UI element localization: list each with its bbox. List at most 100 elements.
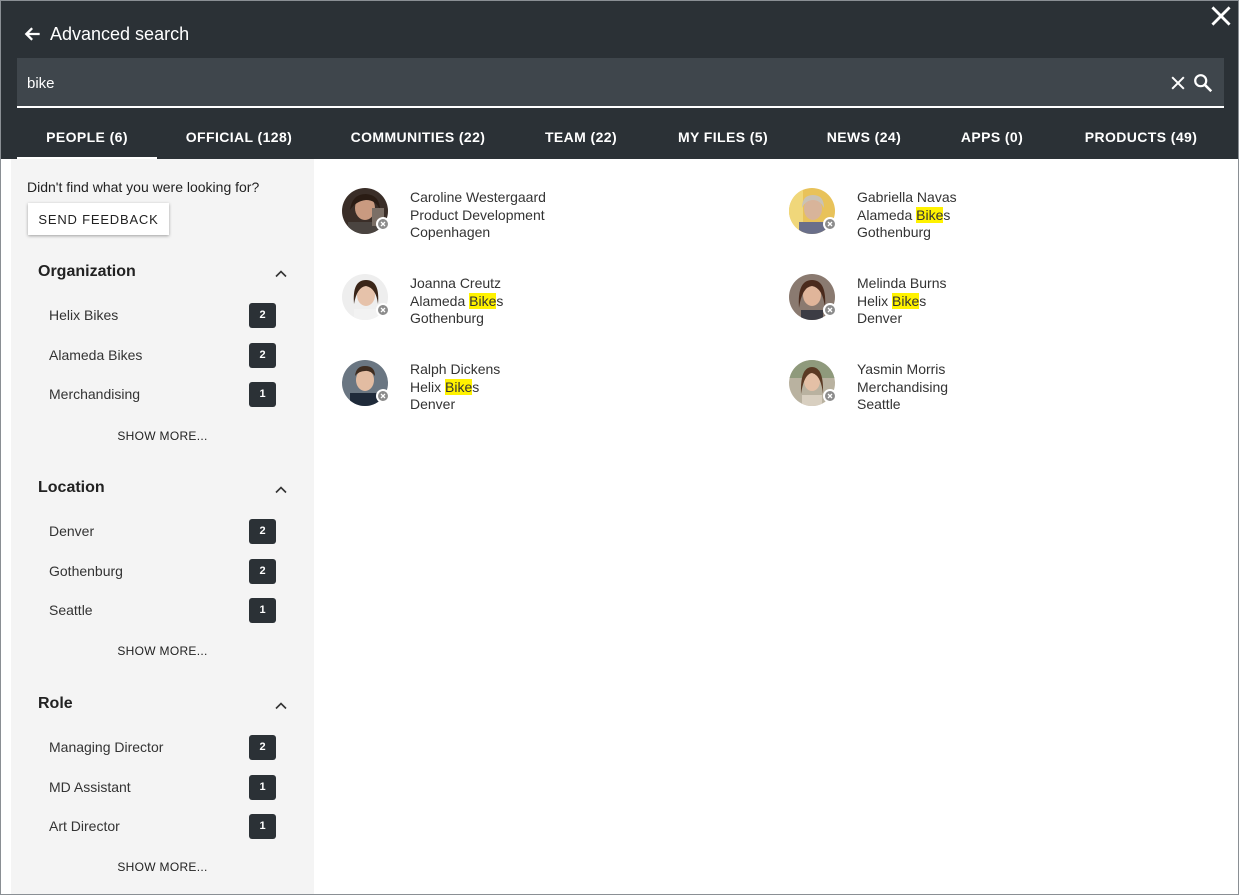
person-location: Gothenburg (857, 224, 931, 240)
facet-item[interactable]: Seattle 1 (49, 598, 276, 624)
facet-count-badge: 2 (249, 559, 276, 584)
person-card[interactable]: Caroline Westergaard Product Development… (342, 188, 762, 248)
search-highlight: Bike (469, 292, 497, 309)
search-highlight: Bike (892, 292, 920, 309)
org-text: Alameda (410, 292, 470, 309)
facet-count-badge: 1 (249, 775, 276, 800)
facet-header[interactable]: Organization (38, 263, 288, 287)
facet-count-badge: 1 (249, 814, 276, 839)
person-location: Seattle (857, 396, 901, 412)
people-results: Caroline Westergaard Product Development… (314, 159, 1238, 894)
person-details: Yasmin Morris Merchandising Seattle (857, 361, 948, 414)
person-organization: Helix Bikes (410, 378, 500, 397)
clear-icon[interactable] (1168, 73, 1188, 93)
person-location: Copenhagen (410, 224, 491, 240)
facet-item-label: Alameda Bikes (49, 347, 143, 363)
page-title: Advanced search (50, 23, 190, 44)
person-details: Ralph Dickens Helix Bikes Denver (410, 361, 500, 414)
show-more-link[interactable]: SHOW MORE... (11, 429, 314, 443)
chevron-up-icon[interactable] (274, 483, 288, 497)
search-box (17, 58, 1224, 108)
chevron-up-icon[interactable] (274, 267, 288, 281)
org-text: s (919, 292, 927, 309)
person-card[interactable]: Ralph Dickens Helix Bikes Denver (342, 360, 762, 420)
facet-item-label: Seattle (49, 602, 93, 618)
send-feedback-button[interactable]: SEND FEEDBACK (28, 203, 169, 235)
facet-item[interactable]: Art Director 1 (49, 814, 276, 840)
facet-item[interactable]: Helix Bikes 2 (49, 303, 276, 329)
facet-header[interactable]: Location (38, 479, 288, 503)
facet-item-label: Merchandising (49, 386, 141, 402)
show-more-link[interactable]: SHOW MORE... (11, 860, 314, 874)
facet-title: Location (38, 479, 105, 496)
search-input[interactable] (27, 70, 1127, 96)
org-text: s (943, 206, 951, 223)
person-card[interactable]: Melinda Burns Helix Bikes Denver (789, 274, 1209, 334)
arrow-left-icon[interactable] (23, 24, 43, 44)
person-card[interactable]: Joanna Creutz Alameda Bikes Gothenburg (342, 274, 762, 334)
person-location: Denver (857, 310, 903, 326)
person-organization: Alameda Bikes (857, 206, 957, 225)
person-details: Melinda Burns Helix Bikes Denver (857, 275, 947, 328)
facet-item[interactable]: MD Assistant 1 (49, 775, 276, 801)
person-name: Joanna Creutz (410, 275, 502, 291)
search-icon[interactable] (1192, 72, 1214, 94)
facet-item[interactable]: Merchandising 1 (49, 382, 276, 408)
facet-count-badge: 1 (249, 382, 276, 407)
person-name: Caroline Westergaard (410, 189, 546, 205)
person-card[interactable]: Gabriella Navas Alameda Bikes Gothenburg (789, 188, 1209, 248)
show-more-link[interactable]: SHOW MORE... (11, 644, 314, 658)
tab-team[interactable]: TEAM (22) (531, 117, 631, 159)
person-organization: Alameda Bikes (410, 292, 504, 311)
person-name: Gabriella Navas (857, 189, 957, 205)
result-tabs: PEOPLE (6) OFFICIAL (128) COMMUNITIES (2… (17, 117, 1224, 159)
org-text: Helix (857, 292, 893, 309)
search-highlight: Bike (445, 378, 473, 395)
facet-item-label: Helix Bikes (49, 307, 119, 323)
org-text: Merchandising (857, 378, 949, 395)
search-header: Advanced search PEOPLE (6) OFFICIAL (128… (1, 1, 1238, 159)
facet-count-badge: 2 (249, 343, 276, 368)
facet-role: Role Managing Director 2 MD Assistant 1 … (11, 695, 314, 885)
offline-status-icon (823, 217, 837, 231)
advanced-search-panel: Advanced search PEOPLE (6) OFFICIAL (128… (0, 0, 1239, 895)
person-organization: Product Development (410, 207, 546, 225)
filter-sidebar: Didn't find what you were looking for? S… (11, 159, 314, 894)
org-text: Helix (410, 378, 446, 395)
tab-people[interactable]: PEOPLE (6) (17, 117, 157, 159)
close-icon[interactable] (1208, 3, 1234, 29)
offline-status-icon (823, 303, 837, 317)
person-name: Melinda Burns (857, 275, 947, 291)
facet-item-label: Art Director (49, 818, 120, 834)
tab-news[interactable]: NEWS (24) (815, 117, 913, 159)
offline-status-icon (376, 389, 390, 403)
facet-count-badge: 2 (249, 519, 276, 544)
tab-communities[interactable]: COMMUNITIES (22) (339, 117, 497, 159)
facet-count-badge: 1 (249, 598, 276, 623)
tab-official[interactable]: OFFICIAL (128) (173, 117, 305, 159)
facet-item[interactable]: Alameda Bikes 2 (49, 343, 276, 369)
tab-my-files[interactable]: MY FILES (5) (665, 117, 781, 159)
facet-count-badge: 2 (249, 735, 276, 760)
facet-header[interactable]: Role (38, 695, 288, 719)
person-location: Gothenburg (410, 310, 484, 326)
chevron-up-icon[interactable] (274, 699, 288, 713)
person-organization: Helix Bikes (857, 292, 947, 311)
person-card[interactable]: Yasmin Morris Merchandising Seattle (789, 360, 1209, 420)
facet-item[interactable]: Managing Director 2 (49, 735, 276, 761)
search-highlight: Bike (916, 206, 944, 223)
facet-item[interactable]: Denver 2 (49, 519, 276, 545)
offline-status-icon (823, 389, 837, 403)
tab-apps[interactable]: APPS (0) (947, 117, 1037, 159)
facet-item[interactable]: Gothenburg 2 (49, 559, 276, 585)
facet-item-label: Denver (49, 523, 95, 539)
feedback-prompt: Didn't find what you were looking for? (27, 179, 260, 195)
tab-products[interactable]: PRODUCTS (49) (1071, 117, 1211, 159)
facet-item-label: Gothenburg (49, 563, 123, 579)
org-text: s (496, 292, 504, 309)
facet-title: Organization (38, 263, 136, 280)
facet-title: Role (38, 695, 73, 712)
person-location: Denver (410, 396, 456, 412)
facet-count-badge: 2 (249, 303, 276, 328)
person-details: Joanna Creutz Alameda Bikes Gothenburg (410, 275, 503, 328)
